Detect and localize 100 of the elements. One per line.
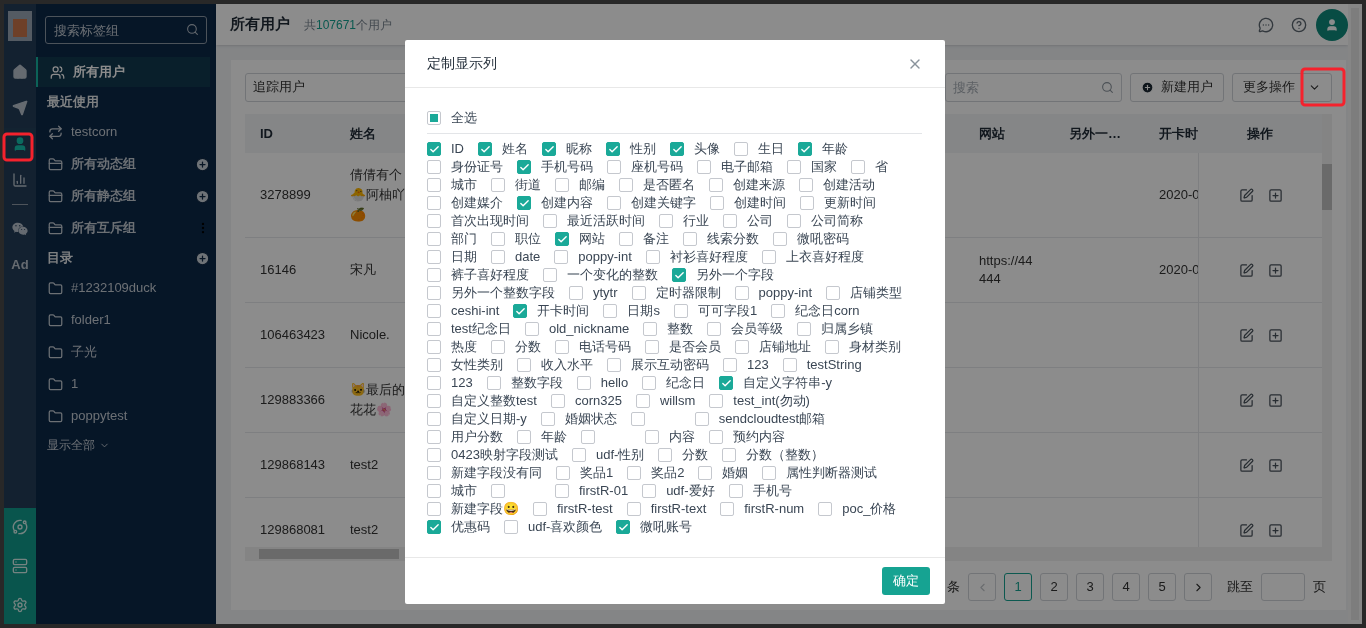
checkbox[interactable]: [427, 268, 441, 282]
checkbox[interactable]: [513, 304, 528, 318]
add-icon[interactable]: [1267, 457, 1283, 473]
checkbox[interactable]: [427, 520, 441, 534]
checkbox[interactable]: [710, 196, 724, 210]
add-icon[interactable]: [195, 250, 210, 266]
checkbox[interactable]: [722, 448, 737, 462]
checkbox[interactable]: [728, 484, 743, 498]
checkbox[interactable]: [427, 376, 441, 390]
checkbox[interactable]: [427, 142, 441, 156]
checkbox[interactable]: [627, 466, 642, 480]
sidebar-item[interactable]: folder1: [36, 305, 210, 335]
page-input[interactable]: [1261, 573, 1305, 601]
add-icon[interactable]: [1267, 392, 1283, 408]
checkbox[interactable]: [427, 448, 441, 462]
checkbox[interactable]: [427, 394, 441, 408]
checkbox[interactable]: [635, 394, 650, 408]
edit-icon[interactable]: [1238, 392, 1254, 408]
add-icon[interactable]: [195, 156, 210, 172]
checkbox[interactable]: [427, 232, 441, 246]
checkbox[interactable]: [550, 394, 565, 408]
checkbox[interactable]: [787, 214, 801, 228]
checkbox[interactable]: [427, 322, 441, 336]
checkbox[interactable]: [782, 358, 797, 372]
checkbox[interactable]: [619, 232, 633, 246]
checkbox[interactable]: [427, 250, 441, 264]
checkbox[interactable]: [798, 142, 812, 156]
sidebar-item[interactable]: 所有互斥组: [36, 213, 196, 243]
checkbox[interactable]: [720, 502, 735, 516]
checkbox[interactable]: [670, 142, 684, 156]
checkbox[interactable]: [626, 502, 641, 516]
checkbox[interactable]: [427, 111, 441, 125]
new-user-button[interactable]: 新建用户: [1130, 72, 1224, 102]
add-icon[interactable]: [1267, 327, 1283, 343]
sidebar-item[interactable]: 所有动态组: [36, 149, 195, 179]
checkbox[interactable]: [517, 196, 531, 210]
checkbox[interactable]: [517, 430, 531, 444]
checkbox[interactable]: [486, 376, 501, 390]
checkbox[interactable]: [555, 340, 569, 354]
checkbox[interactable]: [524, 322, 539, 336]
checkbox[interactable]: [761, 250, 776, 264]
checkbox[interactable]: [427, 502, 441, 516]
checkbox[interactable]: [576, 376, 591, 390]
page-button[interactable]: 2: [1040, 573, 1068, 601]
checkbox[interactable]: [533, 502, 547, 516]
add-icon[interactable]: [1267, 187, 1283, 203]
checkbox[interactable]: [698, 466, 713, 480]
checkbox[interactable]: [723, 214, 737, 228]
checkbox[interactable]: [719, 376, 734, 390]
checkbox[interactable]: [683, 232, 697, 246]
chat-icon[interactable]: [1258, 16, 1274, 33]
checkbox[interactable]: [517, 160, 531, 174]
checkbox[interactable]: [826, 286, 841, 300]
checkbox[interactable]: [734, 286, 749, 300]
checkbox[interactable]: [491, 340, 505, 354]
checkbox[interactable]: [607, 196, 621, 210]
checkbox[interactable]: [800, 196, 814, 210]
checkbox[interactable]: [797, 322, 812, 336]
vertical-scrollbar[interactable]: [1322, 114, 1332, 561]
checkbox[interactable]: [799, 178, 813, 192]
checkbox[interactable]: [603, 304, 618, 318]
checkbox[interactable]: [427, 340, 441, 354]
checkbox[interactable]: [645, 430, 659, 444]
checkbox[interactable]: [642, 484, 657, 498]
sidebar-item[interactable]: 子光: [36, 337, 210, 367]
checkbox[interactable]: [569, 286, 583, 300]
checkbox[interactable]: [631, 286, 646, 300]
checkbox[interactable]: [491, 484, 505, 498]
checkbox[interactable]: [491, 178, 505, 192]
rail-button[interactable]: Ad: [4, 249, 36, 281]
add-icon[interactable]: [1267, 262, 1283, 278]
checkbox[interactable]: [427, 160, 441, 174]
checkbox[interactable]: [607, 160, 621, 174]
checkbox[interactable]: [771, 304, 786, 318]
checkbox[interactable]: [619, 178, 633, 192]
checkbox[interactable]: [673, 304, 688, 318]
checkbox[interactable]: [543, 268, 557, 282]
checkbox[interactable]: [555, 232, 569, 246]
checkbox[interactable]: [672, 268, 686, 282]
checkbox[interactable]: [707, 322, 722, 336]
next-page-button[interactable]: [1184, 573, 1212, 601]
checkbox[interactable]: [606, 142, 620, 156]
browser-scrollbar[interactable]: [1348, 4, 1362, 624]
confirm-button[interactable]: 确定: [882, 567, 930, 595]
checkbox[interactable]: [542, 142, 556, 156]
sidebar-item[interactable]: 1: [36, 369, 210, 399]
checkbox[interactable]: [787, 160, 801, 174]
edit-icon[interactable]: [1238, 327, 1254, 343]
checkbox[interactable]: [427, 484, 441, 498]
edit-icon[interactable]: [1238, 457, 1254, 473]
add-icon[interactable]: [1267, 522, 1283, 538]
checkbox[interactable]: [555, 484, 569, 498]
checkbox[interactable]: [697, 160, 711, 174]
checkbox[interactable]: [709, 394, 724, 408]
sidebar-item[interactable]: poppytest: [36, 401, 210, 431]
edit-icon[interactable]: [1238, 522, 1254, 538]
checkbox[interactable]: [825, 340, 839, 354]
checkbox[interactable]: [645, 340, 659, 354]
checkbox[interactable]: [427, 412, 441, 426]
checkbox[interactable]: [427, 286, 441, 300]
